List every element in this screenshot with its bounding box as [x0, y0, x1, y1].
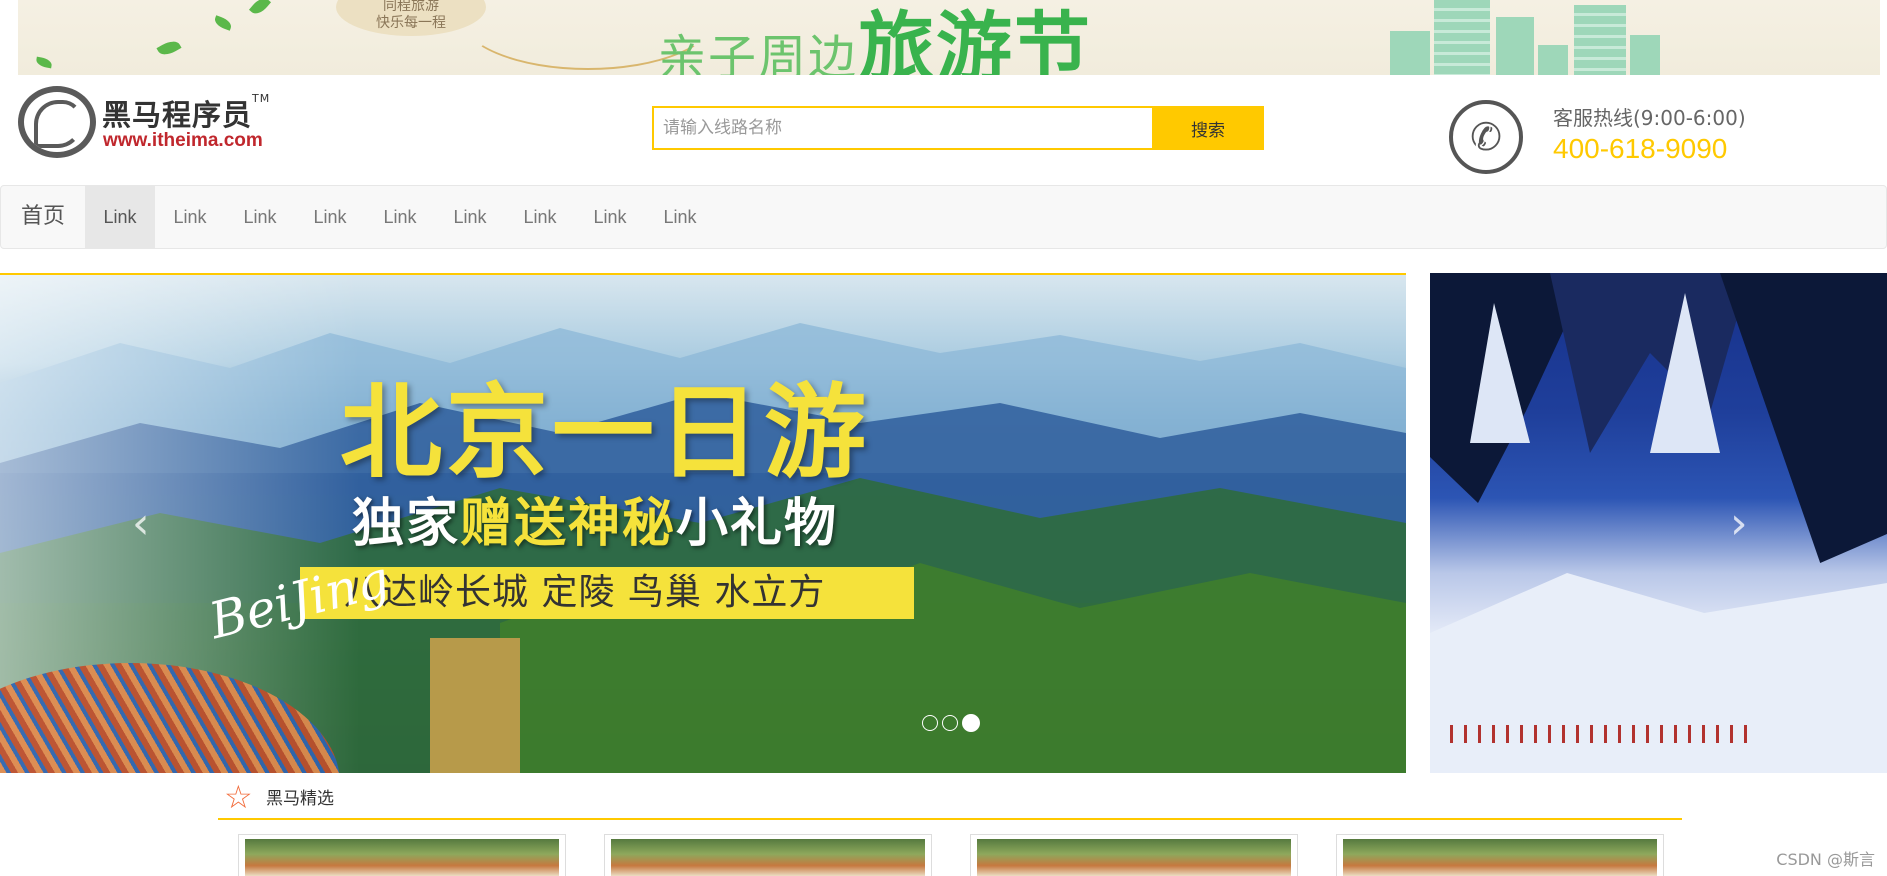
hotline-number: 400-618-9090 — [1553, 133, 1728, 164]
banner-title-main: 旅游节 — [858, 3, 1093, 75]
banner-badge-line1: 同程旅游 — [383, 0, 439, 14]
banner-badge-line2: 快乐每一程 — [376, 15, 446, 31]
nav-link-7[interactable]: Link — [505, 186, 575, 248]
building-decoration — [1390, 31, 1430, 75]
leaf-decoration — [212, 15, 234, 31]
carousel-slide-beijing[interactable]: 北京一日游 独家赠送神秘小礼物 八达岭长城 定陵 鸟巢 水立方 BeiJing — [0, 273, 1406, 773]
building-decoration — [1434, 0, 1490, 75]
nav-link-6[interactable]: Link — [435, 186, 505, 248]
carousel-indicators — [922, 714, 980, 732]
nav-link-1[interactable]: Link — [85, 186, 155, 248]
carousel-indicator-3[interactable] — [962, 714, 980, 732]
logo-name: 黑马程序员TM — [102, 92, 270, 134]
nav-link-8[interactable]: Link — [575, 186, 645, 248]
carousel-indicator-2[interactable] — [942, 715, 958, 731]
logo-trademark: TM — [252, 92, 271, 105]
building-decoration — [1496, 17, 1534, 75]
horse-logo-icon — [18, 86, 96, 158]
carousel-next-icon[interactable]: › — [1730, 498, 1748, 549]
slide-subtitle-a: 独家 — [352, 494, 461, 554]
slide-sights: 八达岭长城 定陵 鸟巢 水立方 — [344, 572, 826, 613]
csdn-watermark: CSDN @斯言 — [1776, 850, 1875, 869]
phone-icon: ✆ — [1449, 100, 1523, 174]
rock-shape — [1550, 273, 1750, 453]
nav-home-link[interactable]: 首页 — [1, 186, 85, 248]
nav-link-4[interactable]: Link — [295, 186, 365, 248]
search-button[interactable]: 搜索 — [1152, 106, 1264, 150]
banner-title: 亲子周边旅游节 — [658, 0, 1092, 75]
featured-section-header: ☆ 黑马精选 — [218, 778, 1682, 820]
building-decoration — [1538, 45, 1568, 75]
hotline-label: 客服热线(9:00-6:00) — [1553, 106, 1746, 130]
slide-subtitle-c: 小礼物 — [676, 494, 839, 554]
carousel-side-image-snow-mountain[interactable]: › — [1430, 273, 1887, 773]
top-promo-banner[interactable]: 同程旅游 快乐每一程 亲子周边旅游节 — [18, 0, 1880, 75]
section-divider — [218, 818, 1682, 820]
product-card-image — [1343, 839, 1657, 876]
star-icon: ☆ — [224, 778, 253, 816]
nav-link-3[interactable]: Link — [225, 186, 295, 248]
great-wall-tower — [430, 638, 520, 773]
search-bar: 搜索 — [652, 106, 1264, 150]
product-card[interactable] — [604, 834, 932, 876]
leaf-decoration — [35, 56, 53, 69]
hero-carousel[interactable]: 北京一日游 独家赠送神秘小礼物 八达岭长城 定陵 鸟巢 水立方 BeiJing … — [0, 273, 1406, 773]
nav-link-5[interactable]: Link — [365, 186, 435, 248]
nav-link-2[interactable]: Link — [155, 186, 225, 248]
slide-subtitle: 独家赠送神秘小礼物 — [352, 481, 838, 556]
featured-cards — [238, 834, 1664, 876]
product-card[interactable] — [1336, 834, 1664, 876]
section-title: 黑马精选 — [266, 789, 334, 809]
carousel-top-border — [0, 273, 1406, 275]
nav-link-9[interactable]: Link — [645, 186, 715, 248]
slide-subtitle-highlight: 赠送神秘 — [460, 494, 677, 554]
product-card-image — [245, 839, 559, 876]
climbers-line — [1450, 725, 1750, 743]
product-card-image — [611, 839, 925, 876]
leaf-decoration — [156, 37, 182, 59]
product-card[interactable] — [238, 834, 566, 876]
carousel-prev-icon[interactable]: ‹ — [132, 498, 150, 549]
banner-title-prefix: 亲子周边 — [658, 30, 859, 75]
building-decoration — [1574, 5, 1626, 75]
main-navbar: 首页 Link Link Link Link Link Link Link Li… — [0, 185, 1887, 249]
product-card[interactable] — [970, 834, 1298, 876]
logo-name-text: 黑马程序员 — [102, 98, 253, 132]
site-logo[interactable]: 黑马程序员TM www.itheima.com — [18, 86, 288, 158]
search-input[interactable] — [652, 106, 1152, 150]
customer-hotline: ✆ 客服热线(9:00-6:00) 400-618-9090 — [1449, 98, 1769, 178]
slide-title: 北京一日游 — [340, 374, 870, 493]
horse-head-icon — [34, 100, 82, 148]
snow-field — [1430, 573, 1887, 773]
building-decoration — [1630, 35, 1660, 75]
logo-url: www.itheima.com — [103, 130, 263, 151]
carousel-indicator-1[interactable] — [922, 715, 938, 731]
leaf-decoration — [248, 0, 272, 18]
product-card-image — [977, 839, 1291, 876]
banner-badge: 同程旅游 快乐每一程 — [336, 0, 486, 36]
